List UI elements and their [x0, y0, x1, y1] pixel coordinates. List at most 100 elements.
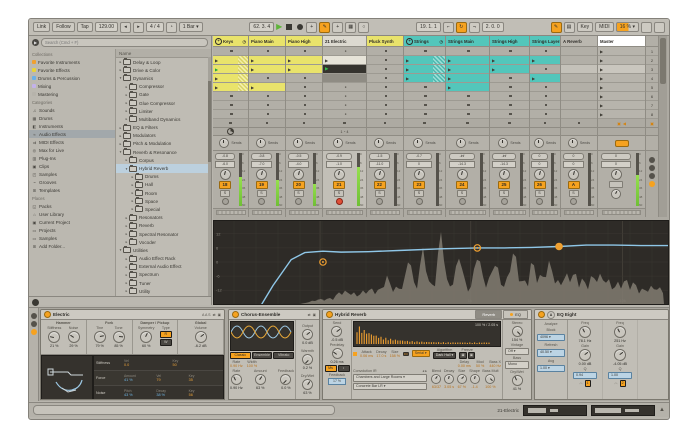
- clip-slot[interactable]: ▶: [213, 83, 248, 92]
- clip-slot[interactable]: ▶: [598, 92, 645, 101]
- time-signature-field[interactable]: 4 / 4: [146, 22, 164, 33]
- pickup-type-w[interactable]: W: [160, 339, 172, 346]
- volume-field[interactable]: -6.0: [215, 161, 236, 168]
- clip-slot[interactable]: [286, 74, 322, 83]
- solo-button[interactable]: S: [499, 190, 509, 197]
- session-scrollbar[interactable]: [659, 36, 667, 217]
- loop-start-field[interactable]: 19. 1. 1: [416, 22, 441, 33]
- pan-knob[interactable]: [414, 169, 425, 180]
- browser-scrollbar[interactable]: [208, 57, 211, 296]
- info-view-toggle-icon[interactable]: [32, 299, 39, 306]
- clip-slot[interactable]: ▶: [213, 56, 248, 65]
- hybrid-dry-wet-knob[interactable]: [512, 375, 523, 386]
- stop-clip-cell[interactable]: [561, 119, 597, 128]
- clip-slot[interactable]: ▶: [530, 74, 560, 83]
- computer-midi-keyboard-icon[interactable]: ▤: [564, 22, 575, 33]
- clip-slot[interactable]: [213, 101, 248, 110]
- track-header[interactable]: A Reverb: [561, 36, 597, 47]
- algo-param-delay[interactable]: Delay0.00 ms: [458, 360, 471, 368]
- knob-knob[interactable]: [48, 331, 60, 343]
- peak-value-box[interactable]: 0: [601, 153, 631, 160]
- send-a-knob[interactable]: [333, 138, 343, 148]
- mod-cell-vel[interactable]: Vel79: [156, 374, 188, 382]
- pan-knob[interactable]: [499, 169, 510, 180]
- send-a-knob[interactable]: [498, 138, 508, 148]
- hybrid-param-decay[interactable]: Decay17.0 s: [376, 350, 386, 358]
- pan-knob[interactable]: [334, 169, 345, 180]
- track-header[interactable]: +Keys◷: [213, 36, 248, 47]
- arrangement-position-field[interactable]: 62. 3. 4: [249, 22, 274, 33]
- tree-item-spectral-resonator[interactable]: ▸Spectral Resonator: [116, 230, 211, 238]
- ir-category-menu[interactable]: Chambers and Large Rooms ▾: [353, 374, 427, 381]
- clip-slot[interactable]: ▶: [446, 65, 489, 74]
- pan-knob[interactable]: [568, 169, 579, 180]
- stop-all-clips-icon[interactable]: ▣: [617, 121, 621, 126]
- clip-slot[interactable]: [561, 65, 597, 74]
- tree-item-hybrid-reverb[interactable]: ▾Hybrid Reverb: [116, 164, 211, 172]
- clip-slot[interactable]: [561, 47, 597, 56]
- tree-item-limiter[interactable]: ▸Limiter: [116, 107, 211, 115]
- clip-slot[interactable]: [249, 101, 285, 110]
- filter-shape-icon[interactable]: ◠: [614, 382, 617, 386]
- clip-slot[interactable]: [213, 47, 248, 56]
- sidebar-item-drums[interactable]: ▦Drums: [29, 114, 115, 122]
- peak-value-box[interactable]: -0.9: [326, 153, 353, 160]
- clip-slot[interactable]: [530, 83, 560, 92]
- clip-slot[interactable]: [367, 101, 403, 110]
- tree-item-special[interactable]: ▸Special: [116, 205, 211, 213]
- tree-item-eq-filters[interactable]: ▸EQ & Filters: [116, 124, 211, 132]
- tree-item-delay-loop[interactable]: ▸Delay & Loop: [116, 58, 211, 66]
- band2-gain-knob[interactable]: [614, 349, 626, 361]
- hybrid-stereo-knob[interactable]: [512, 326, 523, 337]
- track-header[interactable]: Master: [598, 36, 645, 47]
- stop-clip-cell[interactable]: [249, 119, 285, 128]
- volume-field[interactable]: -11.0: [369, 161, 391, 168]
- electric-hot-swap-icon[interactable]: ⇄: [213, 313, 216, 317]
- chorus-rate-field[interactable]: Rate0.90 Hz: [230, 360, 243, 368]
- arm-button[interactable]: [376, 198, 383, 205]
- tree-item-modulators[interactable]: ▸Modulators: [116, 132, 211, 140]
- scene-number[interactable]: 7: [646, 101, 658, 110]
- play-button[interactable]: ▶: [276, 23, 282, 31]
- tree-item-gate[interactable]: ▸Gate: [116, 91, 211, 99]
- clip-slot[interactable]: [367, 92, 403, 101]
- nudge-down-button[interactable]: ◂: [120, 22, 131, 33]
- tree-item-external-audio-effect[interactable]: ▸External Audio Effect: [116, 263, 211, 271]
- clip-slot[interactable]: [530, 65, 560, 74]
- send-a-knob[interactable]: [256, 138, 266, 148]
- track-header[interactable]: Strings Layers: [530, 36, 560, 47]
- arm-button[interactable]: [295, 198, 302, 205]
- hybrid-tab-eq[interactable]: EQ: [503, 310, 528, 319]
- mod-cell-key[interactable]: Key56: [189, 389, 221, 397]
- tree-item-compressor[interactable]: ▸Compressor: [116, 83, 211, 91]
- track-header[interactable]: Piano Main: [249, 36, 285, 47]
- peak-value-box[interactable]: 0: [531, 153, 548, 160]
- algo-param-bass-x[interactable]: Bass X440 Hz: [489, 360, 501, 368]
- crossfade-cell[interactable]: [598, 209, 645, 216]
- solo-button[interactable]: S: [375, 190, 385, 197]
- clip-slot[interactable]: ▶: [323, 56, 366, 65]
- clip-slot[interactable]: [249, 47, 285, 56]
- tree-item-utilities[interactable]: ▾Utilities: [116, 246, 211, 254]
- clip-slot[interactable]: [530, 47, 560, 56]
- clip-slot[interactable]: [530, 92, 560, 101]
- filter-shape-icon[interactable]: ◠: [579, 382, 582, 386]
- session-record-button[interactable]: ○: [358, 22, 369, 33]
- band1-freq-knob[interactable]: [579, 326, 591, 338]
- send-a-knob[interactable]: [456, 138, 466, 148]
- eq8-block-field[interactable]: 4096 ▾: [537, 334, 565, 341]
- volume-field[interactable]: 0: [406, 161, 431, 168]
- bass-mode-menu[interactable]: Mono: [505, 361, 529, 368]
- hybrid-reverb-device[interactable]: Hybrid Reverb Reverb EQ Send-0.5 dBPrede…: [322, 309, 532, 400]
- electric-save-icon[interactable]: ▣: [218, 313, 221, 317]
- knob-knob[interactable]: [68, 331, 80, 343]
- chorus-mode-classic[interactable]: Classic: [230, 352, 251, 359]
- back-to-arrangement-icon[interactable]: ◀: [623, 121, 626, 126]
- clip-slot[interactable]: ▶: [598, 101, 645, 110]
- clip-slot[interactable]: [561, 101, 597, 110]
- master-solo-box[interactable]: [609, 181, 623, 188]
- sidebar-item-grooves[interactable]: ~Grooves: [29, 178, 115, 186]
- clip-slot[interactable]: [286, 92, 322, 101]
- stop-clip-cell[interactable]: [286, 119, 322, 128]
- crossfade-cell[interactable]: [367, 209, 403, 216]
